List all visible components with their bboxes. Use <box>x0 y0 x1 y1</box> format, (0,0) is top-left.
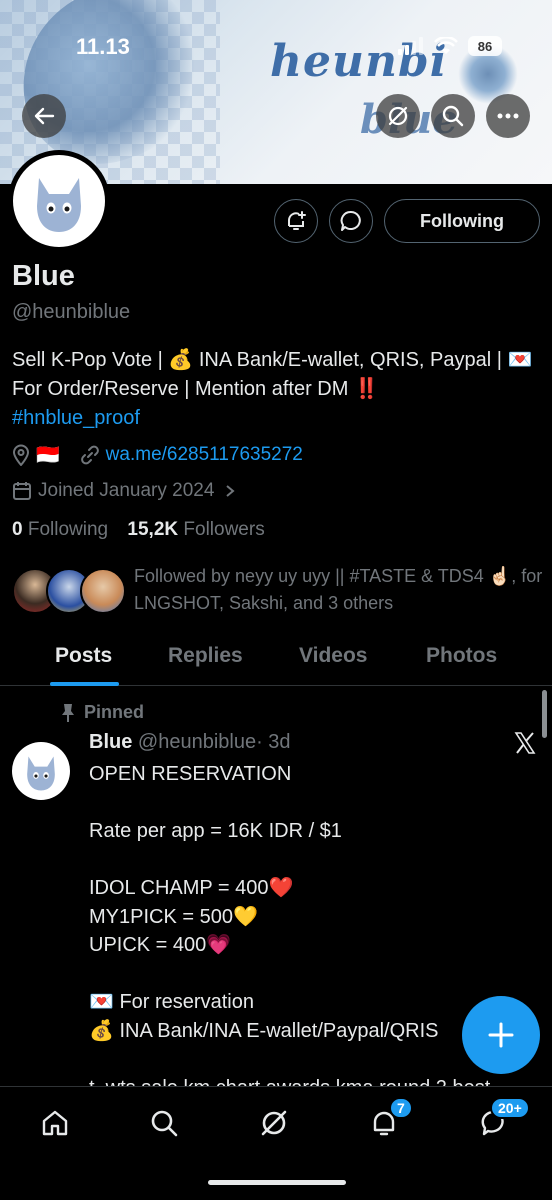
post-body: OPEN RESERVATION Rate per app = 16K IDR … <box>89 763 490 1099</box>
message-button[interactable] <box>329 199 373 243</box>
cat-avatar-icon <box>27 756 55 791</box>
nav-search[interactable] <box>142 1101 186 1145</box>
link-icon <box>80 445 99 465</box>
tab-videos[interactable]: Videos <box>299 644 367 668</box>
more-options-button[interactable] <box>486 94 530 138</box>
scrollbar[interactable] <box>542 690 547 738</box>
home-indicator[interactable] <box>208 1180 346 1185</box>
search-icon <box>151 1110 178 1137</box>
followers-label: Followers <box>183 519 265 540</box>
follow-counts: 0 Following 15,2K Followers <box>12 519 265 541</box>
following-count-link[interactable]: 0 Following <box>12 519 108 540</box>
location-pin-icon <box>12 444 30 466</box>
tab-replies[interactable]: Replies <box>168 644 243 668</box>
messages-badge: 20+ <box>490 1097 530 1119</box>
profile-handle: @heunbiblue <box>12 301 131 323</box>
x-logo-icon[interactable] <box>513 731 537 755</box>
pin-icon <box>62 703 74 722</box>
location-flag: 🇮🇩 <box>36 445 60 466</box>
followers-count: 15,2K <box>127 519 179 540</box>
post-time: · 3d <box>256 731 291 753</box>
profile-meta-location-link: 🇮🇩 wa.me/6285117635272 <box>12 443 303 467</box>
search-button[interactable] <box>431 94 475 138</box>
post-author-handle[interactable]: @heunbiblue <box>138 731 256 753</box>
bio-text: Sell K-Pop Vote | 💰 INA Bank/E-wallet, Q… <box>12 349 533 400</box>
nav-home[interactable] <box>33 1101 77 1145</box>
following-count: 0 <box>12 519 23 540</box>
chevron-right-icon <box>226 485 235 497</box>
grok-icon <box>261 1110 287 1136</box>
bio-hashtag[interactable]: #hnblue_proof <box>12 407 140 429</box>
arrow-left-icon <box>34 107 55 125</box>
wifi-icon <box>434 37 458 54</box>
status-time: 11.13 <box>76 34 130 59</box>
joined-date: Joined January 2024 <box>38 480 215 501</box>
nav-grok[interactable] <box>252 1101 296 1145</box>
notify-subscribe-button[interactable] <box>274 199 318 243</box>
chat-bubble-icon <box>340 210 361 231</box>
more-icon <box>497 113 519 119</box>
profile-avatar[interactable] <box>8 150 110 252</box>
signal-icon <box>398 37 423 55</box>
status-icons: 86 <box>398 36 502 56</box>
battery-indicator: 86 <box>468 36 502 56</box>
website-link[interactable]: wa.me/6285117635272 <box>106 444 303 466</box>
followers-count-link[interactable]: 15,2K Followers <box>127 519 264 540</box>
profile-name: Blue <box>12 260 75 292</box>
search-icon <box>442 105 464 127</box>
profile-bio: Sell K-Pop Vote | 💰 INA Bank/E-wallet, Q… <box>12 346 540 433</box>
home-icon <box>42 1110 68 1136</box>
post-header: Blue @heunbiblue· 3d <box>89 731 291 754</box>
notifications-badge: 7 <box>389 1097 413 1119</box>
joined-row[interactable]: Joined January 2024 <box>12 480 236 502</box>
grok-button[interactable] <box>376 94 420 138</box>
cat-avatar-icon <box>37 178 81 232</box>
calendar-icon <box>13 482 31 500</box>
grok-icon <box>388 106 408 126</box>
followed-by-text[interactable]: Followed by neyy uy uyy || #TASTE & TDS4… <box>134 563 544 617</box>
following-button[interactable]: Following <box>384 199 540 243</box>
pinned-label: Pinned <box>84 702 145 722</box>
back-button[interactable] <box>22 94 66 138</box>
profile-tabs: Posts Replies Videos Photos <box>0 632 552 686</box>
follower-avatar[interactable] <box>80 568 126 614</box>
bell-plus-icon <box>288 211 306 230</box>
tab-posts[interactable]: Posts <box>55 644 112 668</box>
compose-post-button[interactable] <box>462 996 540 1074</box>
following-label: Following <box>27 519 109 540</box>
following-button-label: Following <box>420 210 504 231</box>
pinned-indicator: Pinned <box>60 702 144 723</box>
active-tab-indicator <box>50 682 119 686</box>
plus-icon <box>488 1022 514 1048</box>
tab-photos[interactable]: Photos <box>426 644 497 668</box>
post-author-avatar[interactable] <box>12 742 70 800</box>
post-author-name[interactable]: Blue <box>89 731 132 753</box>
